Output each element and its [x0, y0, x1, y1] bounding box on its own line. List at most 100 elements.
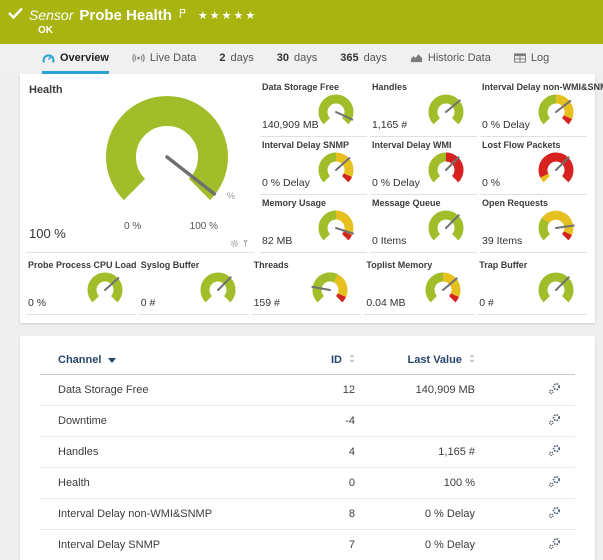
gauge-tile-label: Probe Process CPU Load: [28, 260, 137, 270]
gauge-tile-value: 0 #: [479, 297, 494, 309]
health-gauge-tile[interactable]: Health % 0 % 100 % 100 %: [26, 81, 254, 253]
health-gauge: %: [79, 87, 254, 231]
channel-name: Handles: [40, 437, 275, 468]
gauge-tile-value: 0 Items: [372, 235, 406, 247]
sensor-status-text: OK: [38, 25, 603, 36]
channel-row[interactable]: Data Storage Free 12 140,909 MB: [40, 375, 575, 406]
settings-gears-icon[interactable]: [548, 382, 561, 395]
gauge-tile-value: 140,909 MB: [262, 119, 319, 131]
health-scale-max: 100 %: [190, 221, 218, 232]
tab-historic-data[interactable]: Historic Data: [410, 44, 491, 74]
channel-table-card: Channel ID Last Value Data Storage Free …: [20, 336, 595, 560]
gauge-tile-lost-flow-packets[interactable]: Lost Flow Packets 0 %: [480, 139, 587, 195]
gauge-tile-interval-delay-wmi[interactable]: Interval Delay WMI 0 % Delay: [370, 139, 477, 195]
settings-gears-icon[interactable]: [548, 444, 561, 457]
gauge-tile-label: Message Queue: [372, 198, 441, 208]
gauge-tile-toplist-memory[interactable]: Toplist Memory 0.04 MB: [364, 259, 474, 315]
channel-last-value: 0 % Delay: [355, 499, 475, 530]
channel-row[interactable]: Interval Delay SNMP 7 0 % Delay: [40, 530, 575, 560]
sort-arrows-icon: [469, 354, 475, 366]
tab-days[interactable]: 365 days: [340, 44, 387, 74]
gauge: [312, 207, 360, 249]
channel-row[interactable]: Health 0 100 %: [40, 468, 575, 499]
gauge-tile-value: 0 #: [141, 297, 156, 309]
channel-id: 7: [275, 530, 355, 560]
tab-overview[interactable]: Overview: [42, 44, 109, 74]
health-gauge-value: 100 %: [29, 226, 66, 241]
gauge-tile-value: 159 #: [254, 297, 280, 309]
settings-gears-icon[interactable]: [548, 506, 561, 519]
channel-id: 12: [275, 375, 355, 406]
gauge-tile-label: Toplist Memory: [366, 260, 432, 270]
gauge-tile-label: Syslog Buffer: [141, 260, 200, 270]
channel-last-value: [355, 406, 475, 437]
gauge: [532, 207, 580, 249]
settings-gears-icon[interactable]: [548, 413, 561, 426]
gauge-tile-label: Interval Delay SNMP: [262, 140, 349, 150]
gauge: [422, 149, 470, 191]
column-header-id[interactable]: ID: [275, 354, 355, 375]
gauge: [312, 149, 360, 191]
channel-id: 8: [275, 499, 355, 530]
channel-table: Channel ID Last Value Data Storage Free …: [40, 354, 575, 560]
gauge-tile-value: 0 %: [482, 177, 500, 189]
column-header-last-value[interactable]: Last Value: [355, 354, 475, 375]
gauge: [306, 269, 354, 311]
channel-row[interactable]: Handles 4 1,165 #: [40, 437, 575, 468]
object-kind-label: Sensor: [29, 7, 73, 23]
gauge-tile-value: 0 % Delay: [482, 119, 530, 131]
channel-last-value: 100 %: [355, 468, 475, 499]
gauge-tile-handles[interactable]: Handles 1,165 #: [370, 81, 477, 137]
sensor-status-bar: Sensor Probe Health ★★★★★ OK: [0, 0, 603, 44]
gauge-tile-label: Handles: [372, 82, 407, 92]
tab-live-data[interactable]: Live Data: [132, 44, 196, 74]
gauge: [532, 91, 580, 133]
gauge-tile-label: Open Requests: [482, 198, 548, 208]
gauge-tile-trap-buffer[interactable]: Trap Buffer 0 #: [477, 259, 587, 315]
gauge-tile-label: Interval Delay non-WMI&SNMP: [482, 82, 603, 92]
gauge-tile-label: Data Storage Free: [262, 82, 339, 92]
gear-icon[interactable]: [230, 239, 239, 248]
pin-icon[interactable]: [242, 239, 249, 248]
tab-days[interactable]: 2 days: [219, 44, 253, 74]
channel-row[interactable]: Downtime -4: [40, 406, 575, 437]
gauge-tile-label: Memory Usage: [262, 198, 326, 208]
gauge-tile-data-storage-free[interactable]: Data Storage Free 140,909 MB: [260, 81, 367, 137]
settings-gears-icon[interactable]: [548, 537, 561, 550]
sensor-title: Probe Health: [79, 7, 172, 24]
column-header-channel[interactable]: Channel: [40, 354, 275, 375]
gauge-tile-value: 0.04 MB: [366, 297, 405, 309]
flag-icon[interactable]: [179, 8, 186, 22]
gauge: [81, 269, 129, 311]
gauge-tile-interval-delay-non-wmi-snmp[interactable]: Interval Delay non-WMI&SNMP 0 % Delay: [480, 81, 587, 137]
channel-name: Data Storage Free: [40, 375, 275, 406]
health-gauge-label: Health: [29, 84, 63, 96]
gauge-tile-open-requests[interactable]: Open Requests 39 Items: [480, 197, 587, 253]
gauge-tile-label: Trap Buffer: [479, 260, 527, 270]
channel-name: Interval Delay SNMP: [40, 530, 275, 560]
channel-row[interactable]: Interval Delay non-WMI&SNMP 8 0 % Delay: [40, 499, 575, 530]
gauge-bottom-row: Probe Process CPU Load 0 % Syslog Buffer…: [26, 259, 590, 315]
column-header-actions: [475, 354, 575, 375]
gauge-tile-probe-process-cpu-load[interactable]: Probe Process CPU Load 0 %: [26, 259, 136, 315]
settings-gears-icon[interactable]: [548, 475, 561, 488]
gauge-tile-interval-delay-snmp[interactable]: Interval Delay SNMP 0 % Delay: [260, 139, 367, 195]
tab-log[interactable]: Log: [514, 44, 549, 74]
gauge-tile-syslog-buffer[interactable]: Syslog Buffer 0 #: [139, 259, 249, 315]
gauge: [422, 91, 470, 133]
gauge: [312, 91, 360, 133]
tab-bar: Overview Live Data 2 days 30 days 365 da…: [0, 44, 603, 74]
gauge-tile-value: 82 MB: [262, 235, 292, 247]
gauge-tile-message-queue[interactable]: Message Queue 0 Items: [370, 197, 477, 253]
gauge-tile-label: Lost Flow Packets: [482, 140, 561, 150]
channel-name: Health: [40, 468, 275, 499]
priority-stars[interactable]: ★★★★★: [198, 9, 257, 22]
gauge-tile-label: Threads: [254, 260, 289, 270]
tab-days[interactable]: 30 days: [277, 44, 318, 74]
chart-icon: [410, 52, 423, 63]
broadcast-icon: [132, 53, 145, 63]
channel-name: Interval Delay non-WMI&SNMP: [40, 499, 275, 530]
gauge: [194, 269, 242, 311]
gauge-tile-threads[interactable]: Threads 159 #: [252, 259, 362, 315]
gauge-tile-memory-usage[interactable]: Memory Usage 82 MB: [260, 197, 367, 253]
